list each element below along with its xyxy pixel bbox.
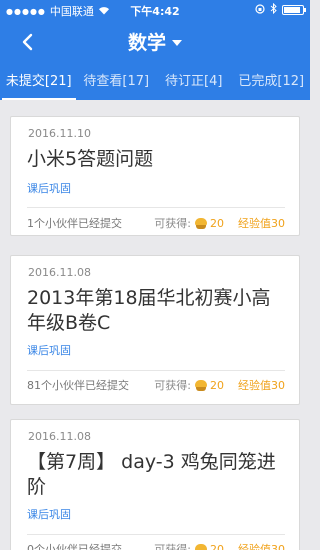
card-tag: 课后巩固 xyxy=(27,344,71,357)
reward-label: 可获得: xyxy=(154,543,191,550)
card-date: 2016.11.08 xyxy=(28,430,91,443)
experience-points: 经验值30 xyxy=(238,543,285,550)
coin-icon xyxy=(195,379,207,391)
card-footer: 81个小伙伴已经提交 可获得: 20 经验值30 xyxy=(27,377,285,393)
submitted-count: 81个小伙伴已经提交 xyxy=(27,379,129,392)
status-bar: ●●●●● 中国联通 下午4:42 xyxy=(0,0,310,20)
tab-to-view[interactable]: 待查看[17] xyxy=(78,64,156,100)
card-tag: 课后巩固 xyxy=(27,182,71,195)
coin-amount: 20 xyxy=(210,378,224,392)
homework-card[interactable]: 2016.11.10 小米5答题问题 课后巩固 1个小伙伴已经提交 可获得: 2… xyxy=(10,116,300,236)
coin-icon xyxy=(195,217,207,229)
battery-icon xyxy=(282,5,306,15)
tab-not-submitted[interactable]: 未提交[21] xyxy=(0,64,78,100)
coin-amount: 20 xyxy=(210,216,224,230)
card-divider xyxy=(27,370,285,371)
submitted-count: 1个小伙伴已经提交 xyxy=(27,217,122,230)
lock-rotation-icon xyxy=(255,3,265,17)
homework-card[interactable]: 2016.11.08 2013年第18届华北初赛小高年级B卷C 课后巩固 81个… xyxy=(10,255,300,405)
coin-amount: 20 xyxy=(210,542,224,550)
card-divider xyxy=(27,207,285,208)
card-title: 小米5答题问题 xyxy=(27,148,154,170)
tab-to-correct[interactable]: 待订正[4] xyxy=(155,64,233,100)
header-bar: ●●●●● 中国联通 下午4:42 数学 未提交[21] 待查看[17] 待订正… xyxy=(0,0,310,100)
card-divider xyxy=(27,534,285,535)
page-title: 数学 xyxy=(127,32,166,54)
homework-card[interactable]: 2016.11.08 【第7周】 day-3 鸡兔同笼进阶 课后巩固 0个小伙伴… xyxy=(10,419,300,550)
card-date: 2016.11.10 xyxy=(28,127,91,140)
tab-bar: 未提交[21] 待查看[17] 待订正[4] 已完成[12] xyxy=(0,64,310,100)
reward-label: 可获得: xyxy=(154,379,191,392)
experience-points: 经验值30 xyxy=(238,379,285,392)
card-title: 【第7周】 day-3 鸡兔同笼进阶 xyxy=(27,451,276,498)
card-footer: 0个小伙伴已经提交 可获得: 20 经验值30 xyxy=(27,541,285,550)
reward-label: 可获得: xyxy=(154,217,191,230)
subject-selector[interactable]: 数学 xyxy=(0,28,310,55)
card-date: 2016.11.08 xyxy=(28,266,91,279)
bluetooth-icon xyxy=(270,2,277,17)
card-tag: 课后巩固 xyxy=(27,508,71,521)
tab-completed[interactable]: 已完成[12] xyxy=(233,64,311,100)
caret-down-icon xyxy=(172,39,182,46)
navigation-bar: 数学 xyxy=(0,20,310,64)
coin-icon xyxy=(195,543,207,550)
submitted-count: 0个小伙伴已经提交 xyxy=(27,543,122,550)
card-title: 2013年第18届华北初赛小高年级B卷C xyxy=(27,287,271,334)
card-footer: 1个小伙伴已经提交 可获得: 20 经验值30 xyxy=(27,215,285,231)
experience-points: 经验值30 xyxy=(238,217,285,230)
homework-list: 2016.11.10 小米5答题问题 课后巩固 1个小伙伴已经提交 可获得: 2… xyxy=(0,100,310,550)
